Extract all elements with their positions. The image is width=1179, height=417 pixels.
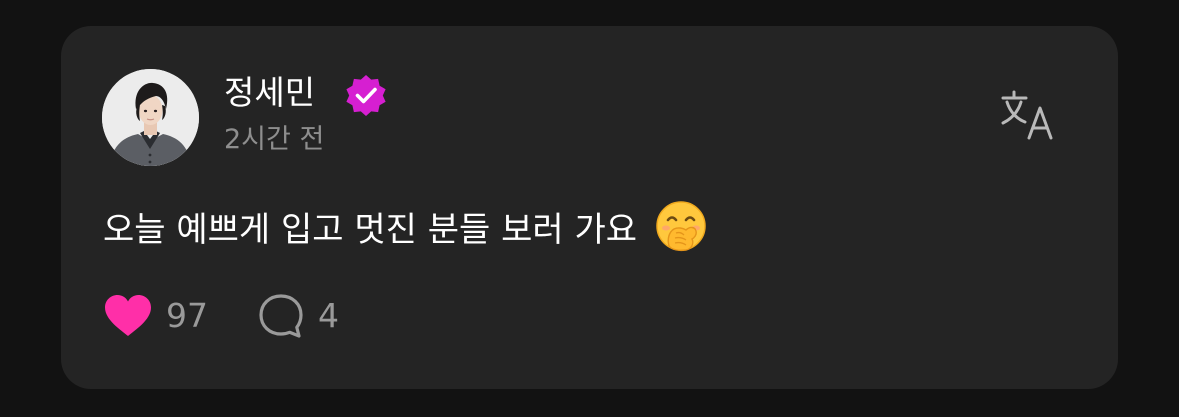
translate-button[interactable] — [999, 88, 1061, 144]
heart-icon — [105, 295, 151, 336]
post-card: 정세민 2시간 전 오늘 예쁘게 입고 멋진 분들 보러 가요 97 4 — [61, 26, 1118, 389]
post-text: 오늘 예쁘게 입고 멋진 분들 보러 가요 — [103, 199, 708, 256]
comment-bubble-icon — [259, 294, 303, 338]
avatar[interactable] — [102, 69, 199, 166]
like-count: 97 — [166, 296, 208, 335]
verified-badge-icon — [344, 73, 388, 117]
translate-icon — [1001, 90, 1053, 140]
hand-over-mouth-emoji-icon — [654, 199, 708, 253]
comment-count: 4 — [318, 296, 339, 335]
comment-button[interactable]: 4 — [257, 291, 339, 341]
post-body: 오늘 예쁘게 입고 멋진 분들 보러 가요 — [103, 210, 638, 250]
avatar-photo — [102, 69, 199, 166]
post-timestamp: 2시간 전 — [224, 124, 325, 155]
author-name[interactable]: 정세민 — [224, 71, 315, 115]
like-button[interactable]: 97 — [103, 291, 208, 341]
